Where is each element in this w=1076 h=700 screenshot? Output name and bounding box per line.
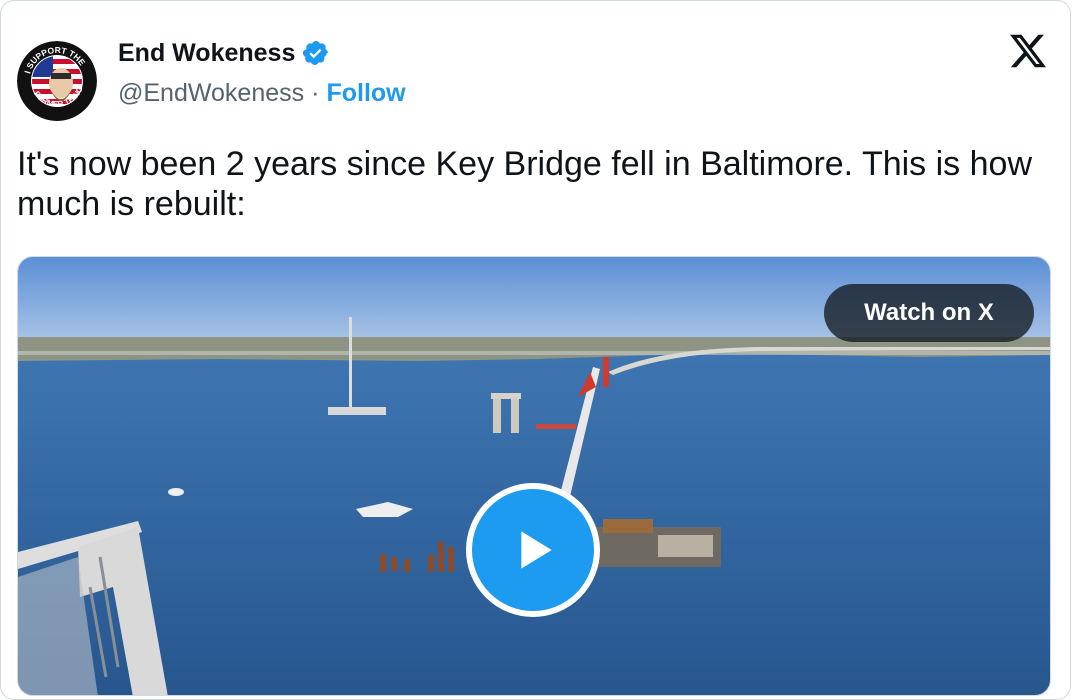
video-player[interactable]: Watch on X (17, 256, 1051, 696)
handle-row: @EndWokeness · Follow (118, 78, 406, 108)
tweet-card: I SUPPORT THE FORMER THINGS End Wokeness… (0, 0, 1071, 700)
author-name[interactable]: End Wokeness (118, 38, 295, 68)
play-icon (521, 531, 552, 569)
author-name-row[interactable]: End Wokeness (118, 38, 330, 68)
play-button[interactable] (466, 483, 600, 617)
separator-dot: · (311, 79, 320, 107)
watch-on-x-button[interactable]: Watch on X (824, 284, 1034, 342)
avatar-image: I SUPPORT THE FORMER THINGS (17, 41, 97, 121)
tweet-text: It's now been 2 years since Key Bridge f… (17, 145, 1033, 223)
avatar[interactable]: I SUPPORT THE FORMER THINGS (17, 41, 97, 121)
verified-badge-icon (303, 41, 329, 65)
follow-button[interactable]: Follow (326, 78, 405, 108)
author-handle[interactable]: @EndWokeness (118, 78, 304, 108)
x-logo-icon[interactable] (1007, 31, 1049, 71)
